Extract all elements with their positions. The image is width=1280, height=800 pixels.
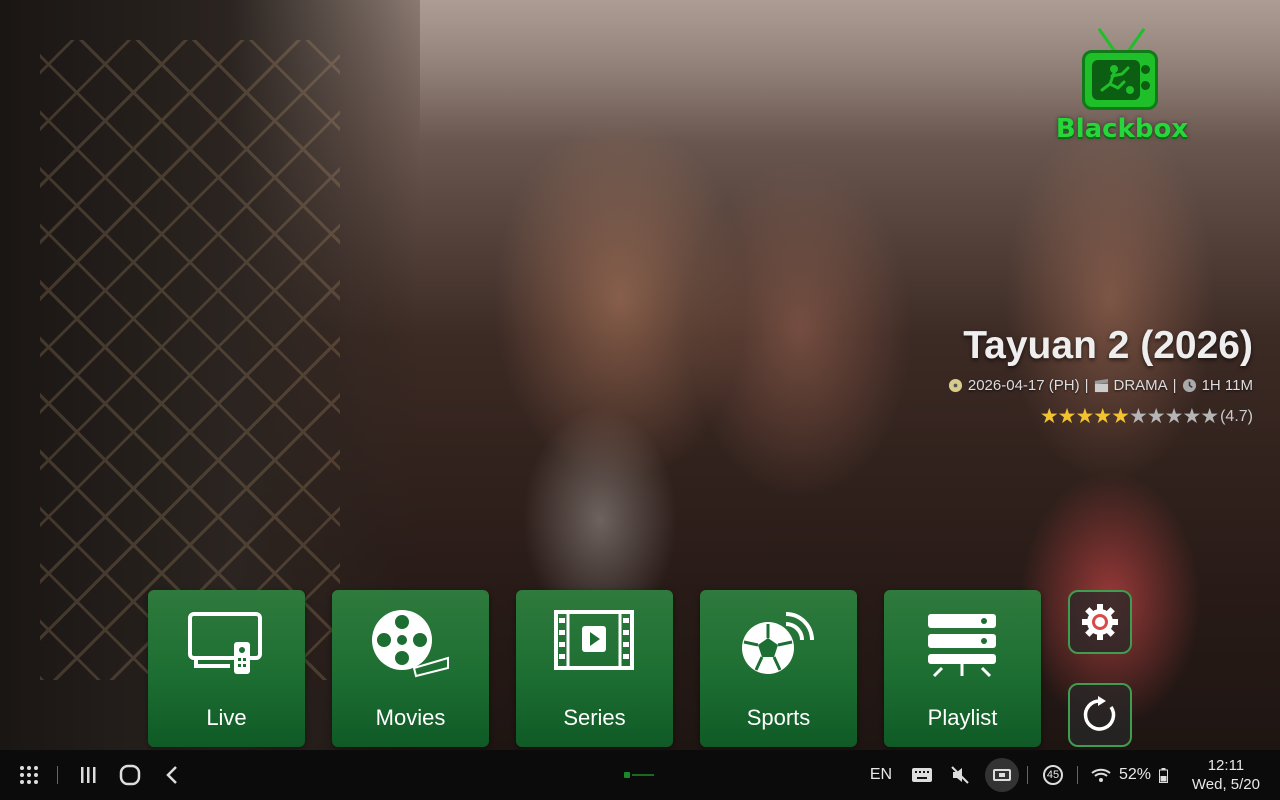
- clock-icon: [1182, 378, 1196, 393]
- star-empty-icon: ★: [1146, 405, 1166, 428]
- menu-tile-label: Movies: [375, 705, 446, 730]
- system-clock: 12:11 Wed, 5/20: [1192, 756, 1260, 794]
- menu-tile-playlist[interactable]: Playlist: [884, 590, 1041, 747]
- logo-wordmark: Blackbox: [1055, 114, 1189, 144]
- star-empty-icon: ★: [1128, 405, 1148, 428]
- battery-percent: 52%: [1118, 766, 1152, 783]
- soccer-player-icon: [1100, 65, 1134, 94]
- nav-divider: [1027, 766, 1028, 784]
- wifi-icon[interactable]: [1089, 750, 1113, 800]
- soccer-ball-signal-icon: [742, 612, 814, 674]
- logo-tv-icon: [1082, 50, 1158, 110]
- clapperboard-icon: [1094, 378, 1108, 393]
- keyboard-icon[interactable]: [910, 750, 934, 800]
- menu-tile-movies[interactable]: Movies: [332, 590, 489, 747]
- star-empty-icon: ★: [1200, 405, 1219, 428]
- settings-button[interactable]: [1068, 590, 1132, 654]
- star-filled-icon: ★: [1039, 405, 1059, 428]
- screen-capture-icon[interactable]: [984, 750, 1020, 800]
- star-empty-icon: ★: [1182, 405, 1201, 428]
- logo-tv-knob: [1141, 65, 1150, 74]
- home-button-icon[interactable]: [117, 750, 143, 800]
- star-filled-icon: ★: [1057, 405, 1077, 428]
- menu-tile-sports[interactable]: Sports: [700, 590, 857, 747]
- film-reel-icon: [372, 610, 449, 678]
- gear-icon: [1082, 604, 1118, 640]
- featured-meta: 2026-04-17 (PH) | DRAMA | 1H 11M: [948, 377, 1253, 394]
- tv-remote-icon: [188, 612, 262, 674]
- system-navigation-bar: EN 45 52% 12:11 Wed, 5/20: [0, 750, 1280, 800]
- star-filled-icon: ★: [1093, 405, 1112, 428]
- menu-tile-label: Sports: [746, 705, 811, 730]
- menu-tile-live[interactable]: Live: [148, 590, 305, 747]
- featured-duration: 1H 11M: [1201, 377, 1253, 394]
- nav-divider: [57, 766, 58, 784]
- logo-tv-knob: [1141, 81, 1150, 90]
- notification-count: 45: [1043, 765, 1063, 785]
- star-empty-icon: ★: [1164, 405, 1184, 428]
- poster-curtain-pattern: [40, 40, 340, 680]
- refresh-button[interactable]: [1068, 683, 1132, 747]
- menu-tile-label: Series: [563, 705, 626, 730]
- blackbox-logo: Blackbox: [1054, 26, 1190, 156]
- film-strip-play-icon: [554, 610, 634, 670]
- recents-button-icon[interactable]: [76, 750, 100, 800]
- clock-time: 12:11: [1207, 757, 1245, 774]
- notification-count-badge[interactable]: 45: [1041, 750, 1065, 800]
- featured-title: Tayuan 2 (2026): [963, 324, 1253, 367]
- featured-release-date: 2026-04-17 (PH): [967, 377, 1080, 394]
- rating-value: (4.7): [1220, 407, 1253, 425]
- apps-grid-icon[interactable]: [16, 750, 42, 800]
- logo-tv-screen: [1092, 60, 1140, 100]
- menu-tile-series[interactable]: Series: [516, 590, 673, 747]
- meta-separator: |: [1084, 377, 1089, 394]
- clock-date: Wed, 5/20: [1191, 776, 1260, 793]
- rating-stars: ★★★★★★★★★★: [1039, 404, 1219, 429]
- disc-icon: [948, 378, 962, 393]
- meta-separator: |: [1172, 377, 1177, 394]
- back-button-icon[interactable]: [162, 750, 182, 800]
- refresh-icon: [1083, 696, 1116, 731]
- star-filled-icon: ★: [1075, 405, 1094, 428]
- app-mini-logo-icon: [622, 750, 658, 800]
- mute-icon[interactable]: [948, 750, 972, 800]
- featured-rating: ★★★★★★★★★★ (4.7): [1040, 404, 1253, 429]
- featured-genre: DRAMA: [1113, 377, 1168, 394]
- nav-divider: [1077, 766, 1078, 784]
- menu-tile-label: Playlist: [927, 705, 998, 730]
- battery-icon: [1156, 750, 1170, 800]
- server-list-icon: [928, 614, 996, 678]
- language-indicator[interactable]: EN: [866, 750, 896, 800]
- menu-tile-label: Live: [206, 705, 247, 730]
- star-filled-icon: ★: [1111, 405, 1130, 428]
